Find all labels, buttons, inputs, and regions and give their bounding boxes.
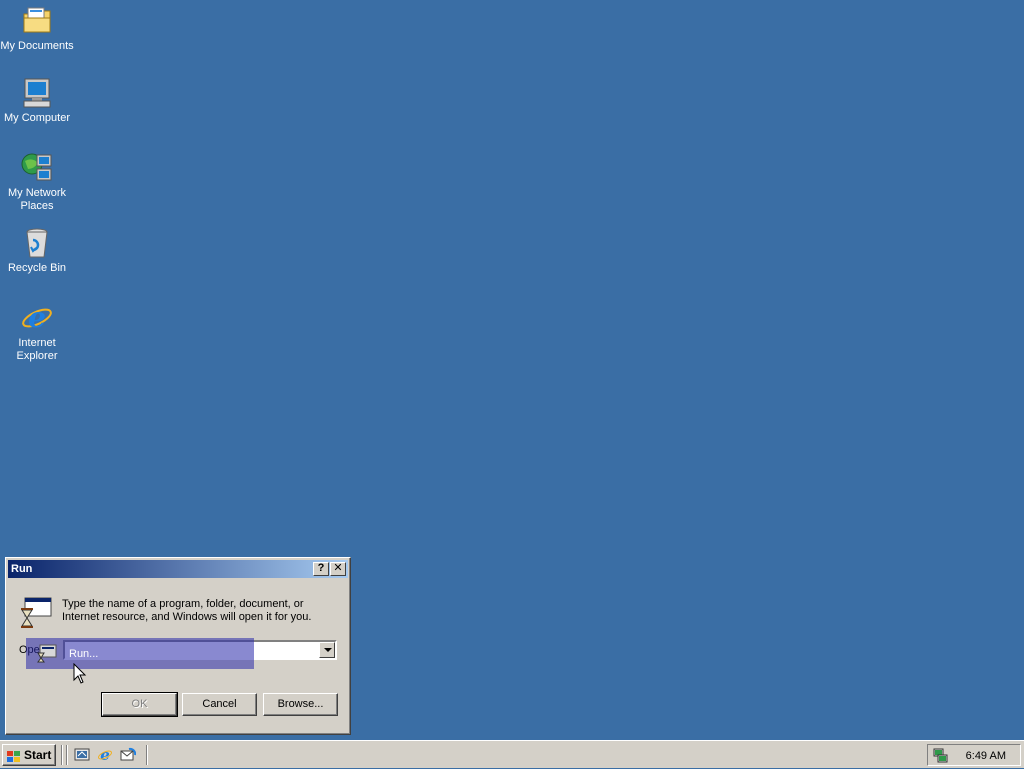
system-tray: 6:49 AM bbox=[927, 744, 1021, 766]
show-desktop-icon[interactable] bbox=[74, 747, 90, 763]
desktop-icon-label: My Network Places bbox=[7, 187, 67, 212]
drag-shortcut-overlay: Run... bbox=[26, 638, 254, 669]
close-button[interactable]: ✕ bbox=[330, 562, 346, 576]
taskbar-separator bbox=[146, 745, 148, 765]
windows-logo-icon bbox=[7, 749, 21, 762]
start-label: Start bbox=[24, 748, 52, 762]
computer-icon bbox=[20, 76, 54, 110]
dropdown-arrow-button[interactable] bbox=[319, 642, 335, 658]
desktop-icon-label: My Computer bbox=[3, 112, 71, 124]
drag-label: Run... bbox=[69, 648, 99, 660]
run-program-icon bbox=[19, 596, 53, 630]
desktop-icon-label: Internet Explorer bbox=[16, 337, 58, 362]
taskbar-separator bbox=[66, 745, 68, 765]
dialog-titlebar[interactable]: Run ? ✕ bbox=[8, 560, 348, 578]
run-description: Type the name of a program, folder, docu… bbox=[62, 598, 312, 623]
internet-explorer-icon: e bbox=[20, 301, 54, 335]
browse-button[interactable]: Browse... bbox=[263, 693, 338, 716]
internet-explorer-icon[interactable]: e bbox=[97, 746, 113, 764]
desktop-icon-my-computer[interactable]: My Computer bbox=[0, 76, 74, 125]
taskbar-separator bbox=[61, 745, 63, 765]
desktop-icon-internet-explorer[interactable]: e Internet Explorer bbox=[0, 301, 74, 363]
desktop-icon-label: My Documents bbox=[0, 40, 74, 52]
desktop-icon-my-documents[interactable]: My Documents bbox=[0, 4, 74, 53]
taskbar: Start e 6:49 AM bbox=[0, 740, 1024, 768]
desktop-icon-recycle-bin[interactable]: Recycle Bin bbox=[0, 226, 74, 275]
cancel-button[interactable]: Cancel bbox=[182, 693, 257, 716]
network-places-icon bbox=[20, 151, 54, 185]
run-dialog: Run ? ✕ Type the name of a program, fold… bbox=[5, 557, 351, 735]
start-button[interactable]: Start bbox=[2, 744, 56, 766]
desktop-icon-my-network-places[interactable]: My Network Places bbox=[0, 151, 74, 213]
recycle-bin-icon bbox=[20, 226, 54, 260]
svg-text:e: e bbox=[28, 301, 46, 334]
svg-text:e: e bbox=[100, 747, 110, 763]
ok-button[interactable]: OK bbox=[101, 692, 178, 717]
shortcut-icon bbox=[36, 643, 58, 663]
outlook-express-icon[interactable] bbox=[120, 747, 137, 763]
clock[interactable]: 6:49 AM bbox=[966, 750, 1006, 762]
mouse-cursor-icon bbox=[73, 662, 87, 685]
network-connection-icon[interactable] bbox=[932, 747, 948, 763]
desktop-icon-label: Recycle Bin bbox=[7, 262, 67, 274]
folder-documents-icon bbox=[20, 4, 54, 38]
dialog-title: Run bbox=[11, 563, 33, 575]
help-button[interactable]: ? bbox=[313, 562, 329, 576]
